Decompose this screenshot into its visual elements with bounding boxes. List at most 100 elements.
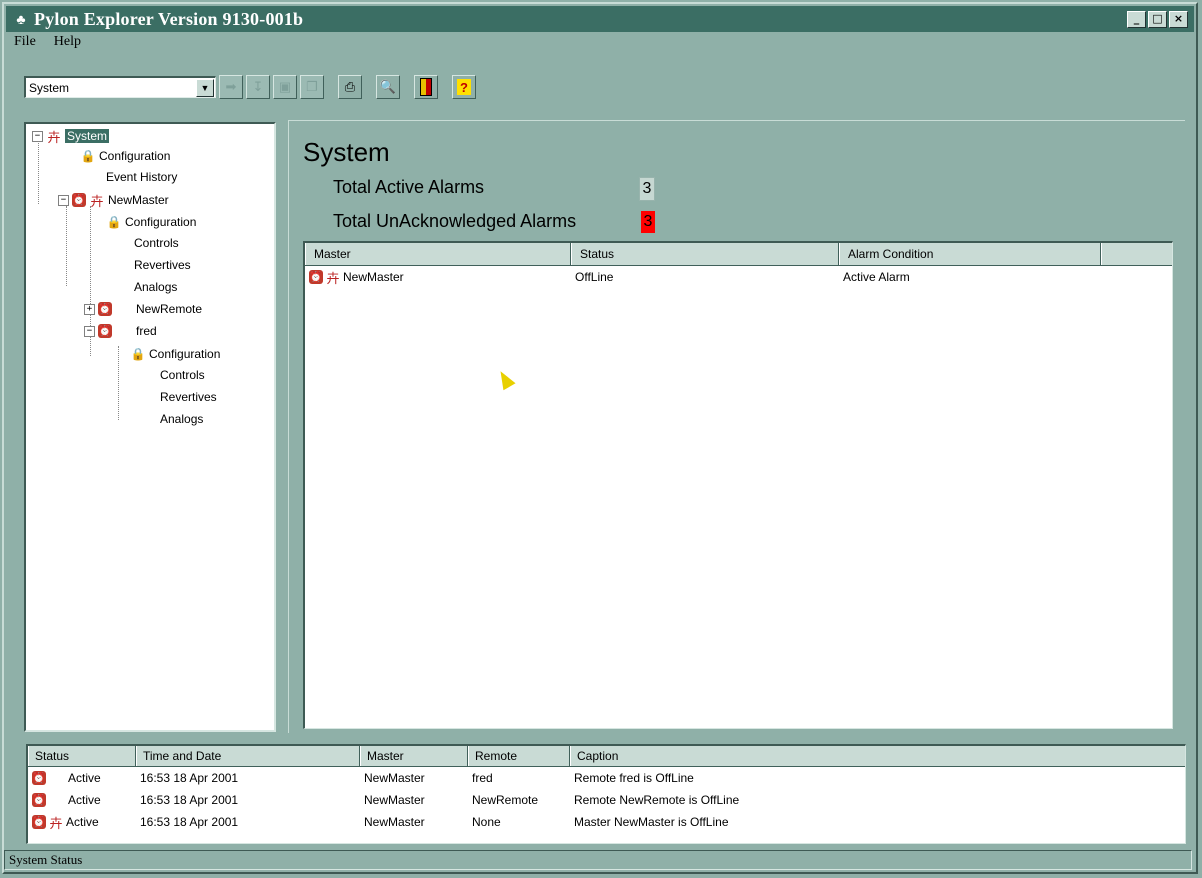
cell-remote: None	[472, 815, 501, 829]
search-button[interactable]: 🔍	[376, 75, 400, 99]
column-master[interactable]: Master	[360, 746, 468, 766]
tree-item-analogs[interactable]: Analogs	[134, 280, 177, 294]
column-caption[interactable]: Caption	[570, 746, 1184, 766]
tree-label: Revertives	[134, 258, 191, 272]
tree-item-controls[interactable]: Controls	[160, 368, 205, 382]
cell-master: NewMaster	[364, 815, 425, 829]
tree-label: Event History	[106, 170, 178, 184]
combo-value: System	[29, 80, 70, 95]
cell-status: ⏰ Active	[28, 793, 136, 807]
collapse-icon[interactable]: −	[58, 194, 69, 206]
table-row[interactable]: ⏰ 卉 Active 16:53 18 Apr 2001 NewMaster N…	[28, 811, 1185, 833]
tower-icon: 卉	[326, 270, 340, 286]
tree-item-revertives[interactable]: Revertives	[160, 390, 217, 404]
column-alarm-condition[interactable]: Alarm Condition	[839, 243, 1101, 265]
tree-view[interactable]: − 卉 System 🔒 Configuration Event History…	[24, 122, 276, 732]
cell-master: ⏰ 卉 NewMaster	[305, 269, 571, 285]
column-time[interactable]: Time and Date	[136, 746, 360, 766]
chevron-down-icon[interactable]: ▼	[196, 79, 214, 97]
master-name: NewMaster	[343, 270, 404, 284]
table-row[interactable]: ⏰ Active 16:53 18 Apr 2001 NewMaster fre…	[28, 767, 1185, 789]
page-title: System	[303, 137, 390, 167]
tree-item-newremote[interactable]: + ⏰ NewRemote	[84, 302, 202, 316]
table-row[interactable]: ⏰ Active 16:53 18 Apr 2001 NewMaster New…	[28, 789, 1185, 811]
column-status[interactable]: Status	[571, 243, 839, 265]
tower-icon: 卉	[47, 129, 61, 145]
collapse-icon[interactable]: −	[32, 130, 43, 142]
tree-item-configuration[interactable]: 🔒 Configuration	[80, 148, 171, 164]
status-bar: System Status	[4, 850, 1192, 870]
tree-label: Analogs	[134, 280, 178, 294]
close-button[interactable]: ×	[1169, 10, 1188, 28]
save-button[interactable]: ▣	[273, 75, 297, 99]
tree-label: Revertives	[160, 390, 217, 404]
minimize-button[interactable]: _	[1127, 10, 1146, 28]
cell-caption: Remote NewRemote is OffLine	[574, 793, 740, 807]
menu-help[interactable]: Help	[52, 34, 83, 54]
tree-label: Controls	[160, 368, 205, 382]
search-icon: 🔍	[379, 79, 397, 94]
table-row[interactable]: ⏰ 卉 NewMaster OffLine Active Alarm	[305, 268, 1172, 286]
total-unack-count: 3	[641, 211, 655, 233]
masters-list[interactable]: Master Status Alarm Condition ⏰ 卉 NewMas…	[303, 241, 1173, 729]
tree-item-fred[interactable]: − ⏰ fred	[84, 324, 157, 338]
cell-status: ⏰ Active	[28, 771, 136, 785]
tree-item-revertives[interactable]: Revertives	[134, 258, 191, 272]
cell-alarm-condition: Active Alarm	[843, 270, 910, 284]
tree-item-newmaster[interactable]: − ⏰ 卉 NewMaster	[58, 192, 169, 209]
cell-time: 16:53 18 Apr 2001	[140, 793, 239, 807]
tree-label: System	[65, 129, 110, 143]
alarm-clock-icon: ⏰	[98, 302, 112, 316]
status-text: Active	[68, 793, 101, 807]
help-icon: ?	[457, 79, 471, 95]
print-button[interactable]: ⎙	[338, 75, 362, 99]
expand-icon[interactable]: +	[84, 303, 95, 315]
status-text: Active	[68, 771, 101, 785]
tree-item-controls[interactable]: Controls	[134, 236, 179, 250]
lock-icon: 🔒	[106, 215, 122, 229]
cell-master: NewMaster	[364, 771, 425, 785]
window-controls: _ □ ×	[1127, 10, 1188, 28]
collapse-icon[interactable]: −	[84, 325, 95, 337]
tree-label: Configuration	[149, 347, 221, 361]
book-icon	[420, 78, 432, 96]
status-list[interactable]: Status Time and Date Master Remote Capti…	[26, 744, 1186, 844]
tree-label: fred	[136, 324, 157, 338]
tree-item-event-history[interactable]: Event History	[106, 170, 177, 184]
total-unack-label: Total UnAcknowledged Alarms	[333, 211, 577, 231]
app-icon: ♣	[16, 11, 26, 27]
system-combo[interactable]: System ▼	[24, 76, 216, 98]
tree-item-configuration[interactable]: 🔒 Configuration	[106, 214, 197, 230]
title-bar[interactable]: ♣ Pylon Explorer Version 9130-001b _ □ ×	[6, 6, 1194, 32]
tree-label: Configuration	[99, 149, 171, 163]
column-status[interactable]: Status	[28, 746, 136, 766]
cell-time: 16:53 18 Apr 2001	[140, 771, 239, 785]
cell-time: 16:53 18 Apr 2001	[140, 815, 239, 829]
tower-icon: 卉	[90, 193, 104, 209]
column-remote[interactable]: Remote	[468, 746, 570, 766]
alarm-clock-icon: ⏰	[32, 793, 46, 807]
menu-file[interactable]: File	[12, 34, 38, 54]
tree-item-configuration[interactable]: 🔒 Configuration	[130, 346, 221, 362]
column-blank	[1101, 243, 1171, 265]
tree-item-analogs[interactable]: Analogs	[160, 412, 203, 426]
cell-master: NewMaster	[364, 793, 425, 807]
alarm-clock-icon: ⏰	[98, 324, 112, 338]
cell-remote: NewRemote	[472, 793, 539, 807]
maximize-button[interactable]: □	[1148, 10, 1167, 28]
detail-pane: System Total Active Alarms 3 Total UnAck…	[288, 120, 1185, 733]
help-button[interactable]: ?	[452, 75, 476, 99]
copy-icon: ❐	[306, 79, 318, 94]
tree-label: NewMaster	[108, 193, 169, 207]
tree-item-system[interactable]: − 卉 System	[32, 128, 110, 145]
tree-line	[66, 206, 67, 286]
tree-line	[118, 346, 119, 420]
copy-button[interactable]: ❐	[300, 75, 324, 99]
book-button[interactable]	[414, 75, 438, 99]
alarm-clock-icon: ⏰	[32, 771, 46, 785]
forward-button[interactable]: ➡	[219, 75, 243, 99]
status-list-header: Status Time and Date Master Remote Capti…	[28, 746, 1185, 767]
import-button[interactable]: ↧	[246, 75, 270, 99]
column-master[interactable]: Master	[305, 243, 571, 265]
alarm-clock-icon: ⏰	[32, 815, 46, 829]
